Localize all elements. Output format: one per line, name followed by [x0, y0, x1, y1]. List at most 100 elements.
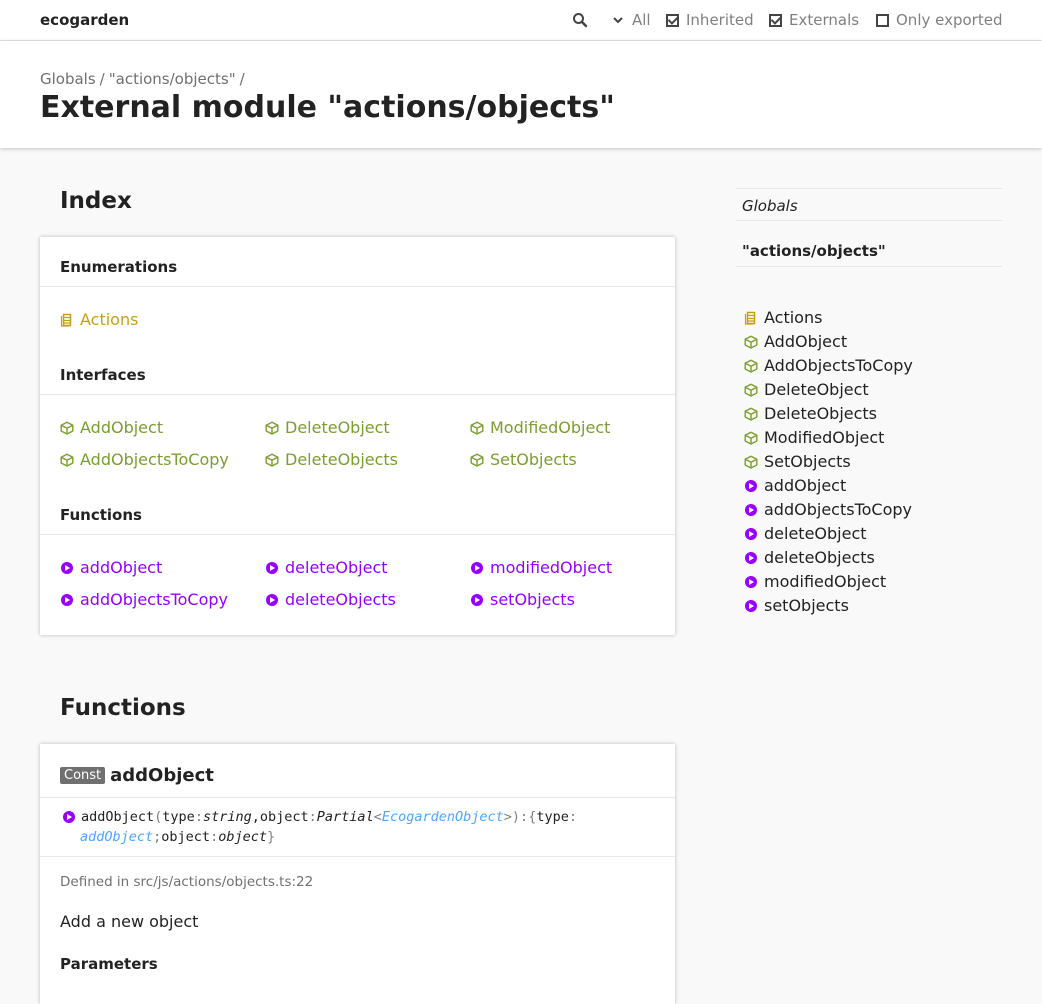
sidebar-item-modifiedobject-fn[interactable]: modifiedObject: [744, 572, 886, 591]
inherited-checkbox[interactable]: [666, 13, 679, 27]
function-icon: [61, 593, 73, 606]
filter-only-exported[interactable]: Only exported: [876, 11, 1002, 29]
sidebar-item-label: Actions: [764, 308, 823, 327]
interface-icon: [744, 359, 758, 373]
index-link-deleteobjects-fn[interactable]: deleteObjects: [265, 590, 396, 609]
index-link-setobjects[interactable]: SetObjects: [470, 450, 577, 469]
sidebar-globals-label: Globals: [742, 197, 798, 215]
function-name: addObject: [110, 765, 214, 786]
enumeration-icon: [60, 313, 74, 327]
interface-icon: [744, 431, 758, 445]
sidebar-item-label: addObjectsToCopy: [764, 500, 912, 519]
index-link-modifiedobject-fn[interactable]: modifiedObject: [470, 558, 612, 577]
function-panel: Const addObject addObject(type: string, …: [40, 744, 675, 1004]
signature-punct: :: [210, 829, 219, 845]
parameters-heading: Parameters: [60, 955, 158, 973]
sidebar-item-label: ModifiedObject: [764, 428, 885, 447]
signature-punct: >: [503, 809, 512, 825]
interface-icon: [470, 421, 484, 435]
sidebar-item-actions[interactable]: Actions: [744, 308, 822, 327]
sidebar-item-addobject[interactable]: AddObject: [744, 332, 847, 351]
index-link-label: deleteObjects: [285, 590, 396, 609]
signature-type-link[interactable]: addObject: [80, 827, 153, 847]
interface-icon: [60, 421, 74, 435]
function-icon: [266, 593, 278, 606]
only-exported-checkbox[interactable]: [876, 13, 889, 27]
filter-inherited[interactable]: Inherited: [666, 11, 754, 29]
signature-punct: }: [267, 829, 276, 845]
function-icon: [63, 811, 75, 823]
const-badge: Const: [60, 767, 106, 784]
externals-checkbox[interactable]: [769, 13, 782, 27]
index-link-label: ModifiedObject: [490, 418, 611, 437]
sidebar-item-label: deleteObjects: [764, 548, 875, 567]
signature-line: addObject; object: object }: [60, 827, 577, 847]
sidebar-item-addobject-fn[interactable]: addObject: [744, 476, 846, 495]
index-link-setobjects-fn[interactable]: setObjects: [470, 590, 575, 609]
brand-title[interactable]: ecogarden: [40, 11, 129, 29]
sidebar-item-modifiedobject[interactable]: ModifiedObject: [744, 428, 884, 447]
signature-punct: ;: [153, 829, 162, 845]
enumerations-heading: Enumerations: [60, 258, 178, 276]
index-link-actions[interactable]: Actions: [60, 310, 138, 329]
signature-punct: <: [373, 809, 382, 825]
index-link-label: setObjects: [490, 590, 575, 609]
signature-type-link[interactable]: EcogardenObject: [382, 807, 504, 827]
sidebar-item-label: SetObjects: [764, 452, 851, 471]
sidebar-module[interactable]: "actions/objects": [736, 220, 1002, 267]
sidebar-item-deleteobjects[interactable]: DeleteObjects: [744, 404, 877, 423]
sidebar-item-label: setObjects: [764, 596, 849, 615]
interface-icon: [744, 407, 758, 421]
signature-punct: {: [528, 809, 537, 825]
sidebar-item-deleteobject[interactable]: DeleteObject: [744, 380, 869, 399]
index-link-addobjectstocopy-fn[interactable]: addObjectsToCopy: [60, 590, 228, 609]
interface-icon: [744, 335, 758, 349]
index-link-label: DeleteObjects: [285, 450, 399, 469]
index-link-modifiedobject[interactable]: ModifiedObject: [470, 418, 610, 437]
function-icon: [471, 561, 483, 574]
sidebar-item-setobjects[interactable]: SetObjects: [744, 452, 851, 471]
function-icon: [745, 503, 757, 516]
index-link-label: AddObjectsToCopy: [80, 450, 229, 469]
visibility-dropdown[interactable]: All: [612, 11, 651, 29]
sidebar-item-label: AddObjectsToCopy: [764, 356, 913, 375]
index-link-deleteobject-fn[interactable]: deleteObject: [265, 558, 388, 577]
function-icon: [745, 527, 757, 540]
function-icon: [471, 593, 483, 606]
defined-in: Defined in src/js/actions/objects.ts:22: [60, 874, 314, 890]
sidebar-item-setobjects-fn[interactable]: setObjects: [744, 596, 849, 615]
index-link-addobject-fn[interactable]: addObject: [60, 558, 162, 577]
function-description: Add a new object: [60, 912, 199, 931]
signature-punct: :: [520, 809, 529, 825]
sidebar-item-deleteobjects-fn[interactable]: deleteObjects: [744, 548, 875, 567]
index-link-label: deleteObject: [285, 558, 388, 577]
divider: [40, 286, 675, 287]
sidebar-item-deleteobject-fn[interactable]: deleteObject: [744, 524, 867, 543]
signature-type: object: [218, 829, 267, 845]
sidebar-item-addobjectstocopy[interactable]: AddObjectsToCopy: [744, 356, 913, 375]
filter-inherited-label: Inherited: [686, 11, 754, 29]
breadcrumb-globals[interactable]: Globals: [40, 70, 96, 88]
index-link-deleteobjects[interactable]: DeleteObjects: [265, 450, 398, 469]
filter-externals-label: Externals: [789, 11, 860, 29]
functions-title: Functions: [60, 695, 186, 721]
index-link-label: modifiedObject: [490, 558, 613, 577]
filter-externals[interactable]: Externals: [769, 11, 859, 29]
chevron-down-icon: [613, 17, 623, 24]
divider: [40, 797, 675, 798]
sidebar-item-addobjectstocopy-fn[interactable]: addObjectsToCopy: [744, 500, 912, 519]
index-link-addobject[interactable]: AddObject: [60, 418, 163, 437]
function-icon: [745, 575, 757, 588]
index-link-label: addObjectsToCopy: [80, 590, 228, 609]
index-link-label: addObject: [80, 558, 163, 577]
function-icon: [266, 561, 278, 574]
index-link-deleteobject[interactable]: DeleteObject: [265, 418, 390, 437]
index-panel: Enumerations Actions Interfaces AddObjec…: [40, 237, 675, 635]
breadcrumb-module[interactable]: "actions/objects": [109, 70, 236, 88]
sidebar-globals[interactable]: Globals: [736, 188, 1002, 221]
function-title: Const addObject: [60, 765, 214, 786]
sidebar-item-label: AddObject: [764, 332, 848, 351]
index-link-addobjectstocopy[interactable]: AddObjectsToCopy: [60, 450, 229, 469]
signature-line: addObject(type: string, object: Partial <…: [60, 807, 577, 827]
search-icon[interactable]: [572, 12, 588, 28]
